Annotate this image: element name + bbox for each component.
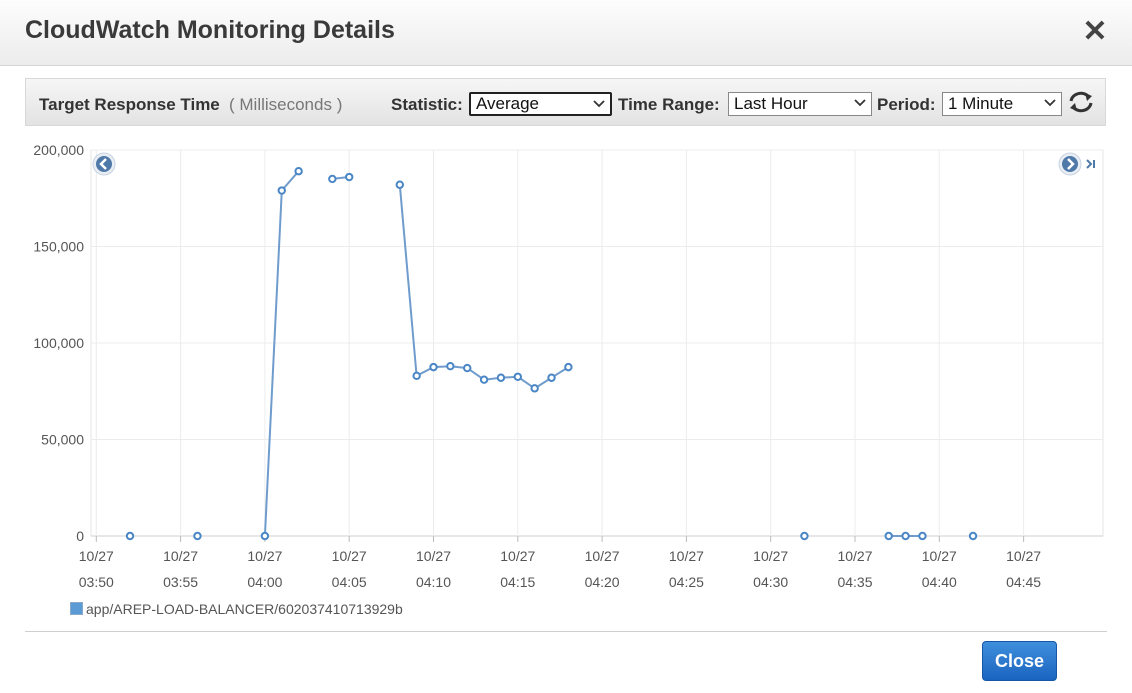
y-tick-label: 100,000 <box>33 335 84 351</box>
data-point <box>345 172 354 182</box>
data-point <box>800 531 809 541</box>
data-point <box>463 363 472 373</box>
data-point <box>260 531 270 541</box>
data-point <box>901 531 910 541</box>
x-tick-time: 04:45 <box>1006 574 1041 590</box>
data-point <box>513 372 522 381</box>
x-tick-date: 10/27 <box>247 548 282 564</box>
time-range-select[interactable]: Last Hour <box>728 92 872 116</box>
dialog-header: CloudWatch Monitoring Details ✕ <box>0 0 1132 66</box>
x-tick-date: 10/27 <box>585 548 620 564</box>
period-select[interactable]: 1 Minute <box>942 92 1062 116</box>
x-tick-time: 04:05 <box>332 574 367 590</box>
data-point <box>193 531 202 541</box>
close-icon[interactable]: ✕ <box>1080 16 1110 48</box>
data-point <box>884 531 893 541</box>
metric-toolbar: Target Response Time ( Milliseconds ) St… <box>25 78 1106 126</box>
x-tick-date: 10/27 <box>837 548 872 564</box>
y-tick-label: 0 <box>76 528 84 544</box>
response-time-chart: 200,000 150,000 100,000 50,000 0 10/27 03:50 10… <box>33 142 1104 590</box>
x-tick-time: 03:55 <box>163 574 198 590</box>
refresh-icon[interactable] <box>1067 89 1095 115</box>
data-point <box>412 371 421 381</box>
x-tick-time: 04:25 <box>669 574 704 590</box>
legend-label: app/AREP-LOAD-BALANCER/602037410713929b <box>86 601 403 617</box>
data-point <box>564 362 573 372</box>
data-point <box>968 531 978 541</box>
x-tick-time: 04:40 <box>922 574 957 590</box>
x-tick-date: 10/27 <box>753 548 788 564</box>
chevron-down-icon <box>854 99 866 107</box>
data-point <box>530 384 539 393</box>
data-point <box>294 167 303 176</box>
x-tick-date: 10/27 <box>79 548 114 564</box>
x-tick-time: 03:50 <box>79 574 114 590</box>
statistic-select[interactable]: Average <box>469 92 612 116</box>
x-tick-date: 10/27 <box>500 548 535 564</box>
data-point <box>496 373 506 382</box>
close-button[interactable]: Close <box>982 641 1057 681</box>
x-tick-date: 10/27 <box>332 548 367 564</box>
x-tick-time: 04:35 <box>837 574 872 590</box>
x-tick-time: 04:10 <box>416 574 451 590</box>
metric-name: Target Response Time <box>39 95 220 114</box>
x-tick-date: 10/27 <box>669 548 704 564</box>
legend-swatch <box>70 602 83 615</box>
data-point <box>479 375 489 384</box>
chevron-left-circle-icon[interactable] <box>92 152 116 176</box>
chevron-down-icon <box>1044 99 1056 107</box>
y-tick-label: 200,000 <box>33 142 84 158</box>
data-point <box>429 362 438 372</box>
data-point <box>125 531 135 541</box>
x-tick-time: 04:30 <box>753 574 788 590</box>
statistic-value: Average <box>476 94 540 113</box>
time-range-label: Time Range: <box>618 95 720 114</box>
period-value: 1 Minute <box>948 94 1014 113</box>
x-tick-date: 10/27 <box>1006 548 1041 564</box>
y-tick-label: 50,000 <box>41 432 84 448</box>
x-tick-time: 04:00 <box>247 574 282 590</box>
footer-divider <box>25 631 1107 632</box>
x-tick-date: 10/27 <box>416 548 451 564</box>
x-tick-date: 10/27 <box>163 548 198 564</box>
time-range-value: Last Hour <box>734 94 808 113</box>
data-point <box>395 180 404 189</box>
x-tick-date: 10/27 <box>922 548 957 564</box>
data-point <box>328 174 337 184</box>
x-tick-time: 04:15 <box>500 574 535 590</box>
period-label: Period: <box>877 95 936 114</box>
chevron-right-circle-icon[interactable] <box>1058 152 1082 176</box>
data-point <box>547 373 556 382</box>
data-point <box>277 186 286 195</box>
statistic-label: Statistic: <box>391 95 463 114</box>
x-tick-time: 04:20 <box>585 574 620 590</box>
y-tick-label: 150,000 <box>33 239 84 255</box>
metric-unit: ( Milliseconds ) <box>229 95 343 114</box>
data-point <box>446 361 455 371</box>
data-point <box>918 531 927 541</box>
dialog-title: CloudWatch Monitoring Details <box>25 16 395 44</box>
chevron-down-icon <box>593 100 605 108</box>
